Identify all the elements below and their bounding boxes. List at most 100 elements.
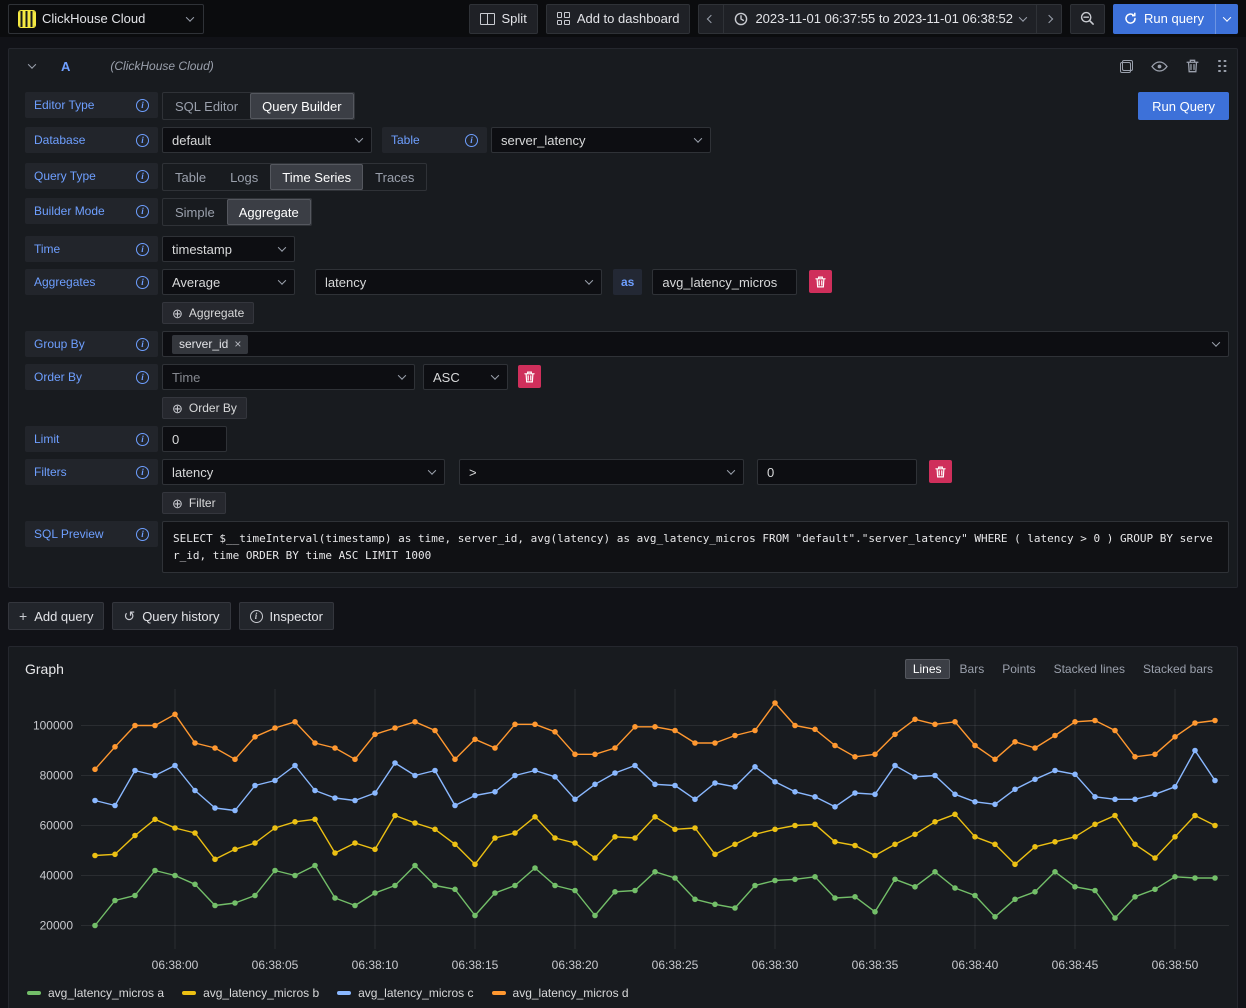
add-to-dashboard-button[interactable]: Add to dashboard [546,4,691,34]
database-table-row: Database i default Table i server_latenc… [25,127,1229,153]
series-avg_latency_micros-c [92,748,1218,814]
remove-aggregate-button[interactable] [809,270,832,293]
aggregate-function-select[interactable]: Average [162,269,295,295]
svg-text:20000: 20000 [40,919,74,933]
svg-text:06:38:15: 06:38:15 [452,958,499,972]
info-icon[interactable]: i [136,134,149,147]
database-select[interactable]: default [162,127,372,153]
legend-item-avg_latency_micros-a[interactable]: avg_latency_micros a [27,986,164,1000]
info-icon: i [250,610,263,623]
chevron-down-icon [1223,13,1231,21]
collapse-chevron-icon[interactable] [28,60,36,68]
delete-query-button[interactable] [1186,59,1199,73]
time-zoom-out-button[interactable] [1070,4,1105,34]
limit-label-chip: Limit i [25,426,158,452]
as-chip: as [613,269,642,295]
graph-mode-option-points[interactable]: Points [994,659,1043,679]
time-range-picker[interactable]: 2023-11-01 06:37:55 to 2023-11-01 06:38:… [723,4,1036,34]
svg-text:06:38:05: 06:38:05 [252,958,299,972]
add-order-by-row: ⊕ Order By [25,397,1229,419]
duplicate-query-button[interactable] [1120,60,1133,73]
info-icon[interactable]: i [465,134,478,147]
chevron-down-icon [428,466,436,474]
info-icon[interactable]: i [136,243,149,256]
hide-query-button[interactable] [1151,61,1168,72]
history-icon: ↺ [123,609,135,623]
query-header: A (ClickHouse Cloud) [9,49,1237,83]
datasource-picker[interactable]: ClickHouse Cloud [8,4,204,34]
builder-mode-option-aggregate[interactable]: Aggregate [227,199,311,225]
graph-display-mode-tabs: LinesBarsPointsStacked linesStacked bars [905,659,1221,679]
filter-value-input[interactable]: 0 [757,459,917,485]
graph-header: Graph LinesBarsPointsStacked linesStacke… [17,655,1229,681]
limit-input[interactable]: 0 [162,426,227,452]
svg-text:06:38:35: 06:38:35 [852,958,899,972]
info-icon[interactable]: i [136,371,149,384]
add-order-by-button[interactable]: ⊕ Order By [162,397,247,419]
svg-text:100000: 100000 [33,719,73,733]
info-icon[interactable]: i [136,205,149,218]
aggregate-alias-input[interactable]: avg_latency_micros [652,269,797,295]
editor-type-option-sql-editor[interactable]: SQL Editor [163,93,250,119]
filter-field-select[interactable]: latency [162,459,445,485]
remove-filter-button[interactable] [929,460,952,483]
chevron-down-icon [1212,338,1220,346]
group-by-select[interactable]: server_id × [162,331,1229,357]
eye-icon [1151,61,1168,72]
info-icon[interactable]: i [136,528,149,541]
graph-mode-option-stacked-lines[interactable]: Stacked lines [1046,659,1133,679]
drag-handle-icon [1217,60,1227,73]
graph-mode-option-lines[interactable]: Lines [905,659,950,679]
editor-type-segmented: SQL EditorQuery Builder [162,92,355,120]
legend-label: avg_latency_micros d [513,986,629,1000]
drag-query-handle[interactable] [1217,60,1227,73]
legend-item-avg_latency_micros-c[interactable]: avg_latency_micros c [337,986,473,1000]
table-select[interactable]: server_latency [491,127,711,153]
info-icon[interactable]: i [136,466,149,479]
remove-chip-icon[interactable]: × [234,337,241,351]
remove-order-by-button[interactable] [518,365,541,388]
editor-type-row: Editor Type i SQL EditorQuery Builder [25,92,1229,120]
info-icon[interactable]: i [136,170,149,183]
legend-item-avg_latency_micros-b[interactable]: avg_latency_micros b [182,986,319,1000]
query-type-option-time-series[interactable]: Time Series [270,164,363,190]
query-type-option-logs[interactable]: Logs [218,164,270,190]
add-filter-button[interactable]: ⊕ Filter [162,492,226,514]
plus-icon: + [19,609,27,623]
info-icon[interactable]: i [136,338,149,351]
order-by-field-select[interactable]: Time [162,364,415,390]
graph-mode-option-stacked-bars[interactable]: Stacked bars [1135,659,1221,679]
aggregate-column-select[interactable]: latency [315,269,602,295]
filters-label-chip: Filters i [25,459,158,485]
query-history-button[interactable]: ↺ Query history [112,602,230,630]
builder-mode-option-simple[interactable]: Simple [163,199,227,225]
chevron-down-icon [278,243,286,251]
run-query-button[interactable]: Run query [1113,4,1215,34]
query-type-option-traces[interactable]: Traces [363,164,426,190]
run-query-dropdown-button[interactable] [1215,4,1238,34]
editor-type-option-query-builder[interactable]: Query Builder [250,93,353,119]
info-icon[interactable]: i [136,99,149,112]
filter-operator-select[interactable]: > [459,459,744,485]
svg-text:80000: 80000 [40,769,74,783]
duplicate-icon [1120,60,1133,73]
timeseries-chart[interactable]: 2000040000600008000010000006:38:0006:38:… [17,681,1229,984]
info-icon[interactable]: i [136,433,149,446]
order-by-direction-select[interactable]: ASC [423,364,508,390]
chevron-down-icon [491,371,499,379]
add-aggregate-button[interactable]: ⊕ Aggregate [162,302,254,324]
trash-icon [1186,59,1199,73]
add-query-button[interactable]: + Add query [8,602,104,630]
time-shift-forward-button[interactable] [1036,4,1062,34]
database-label-chip: Database i [25,127,158,153]
chevron-left-icon [707,14,715,22]
query-type-option-table[interactable]: Table [163,164,218,190]
legend-item-avg_latency_micros-d[interactable]: avg_latency_micros d [492,986,629,1000]
time-column-select[interactable]: timestamp [162,236,295,262]
split-button[interactable]: Split [469,4,538,34]
time-shift-back-button[interactable] [698,4,723,34]
info-icon[interactable]: i [136,276,149,289]
editor-run-query-button[interactable]: Run Query [1138,92,1229,120]
inspector-button[interactable]: i Inspector [239,602,334,630]
graph-mode-option-bars[interactable]: Bars [952,659,993,679]
